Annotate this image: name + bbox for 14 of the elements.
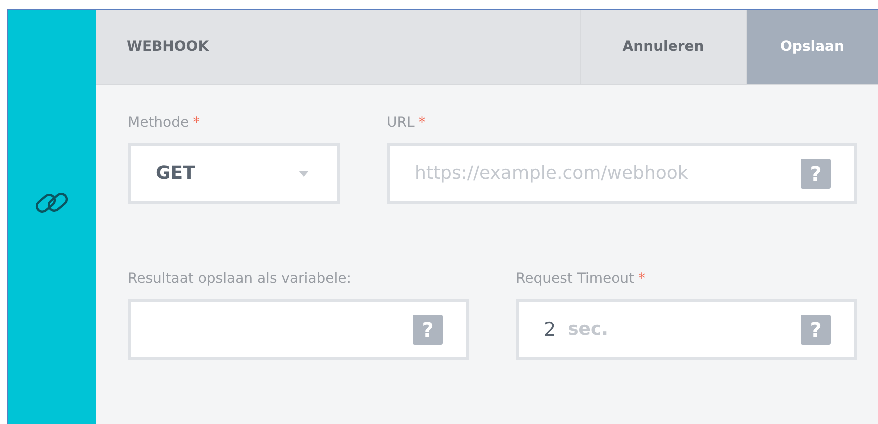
help-icon[interactable]: ?: [801, 314, 831, 344]
help-icon[interactable]: ?: [413, 314, 443, 344]
input-field[interactable]: https://example.com/webhook ?: [387, 143, 857, 204]
caret-icon: [299, 170, 309, 176]
field-label: URL *: [387, 115, 427, 131]
input-field[interactable]: ?: [128, 299, 469, 360]
field-label: Methode *: [128, 115, 202, 131]
field-label: Resultaat opslaan als variabele:: [128, 271, 352, 287]
method-select[interactable]: GET: [128, 143, 340, 204]
help-icon[interactable]: ?: [801, 158, 831, 188]
panel-title: WEBHOOK: [126, 38, 210, 57]
save-button[interactable]: Opslaan: [746, 10, 878, 84]
input-field[interactable]: 2 sec. ?: [516, 299, 857, 360]
field-label: Request Timeout *: [516, 271, 647, 287]
